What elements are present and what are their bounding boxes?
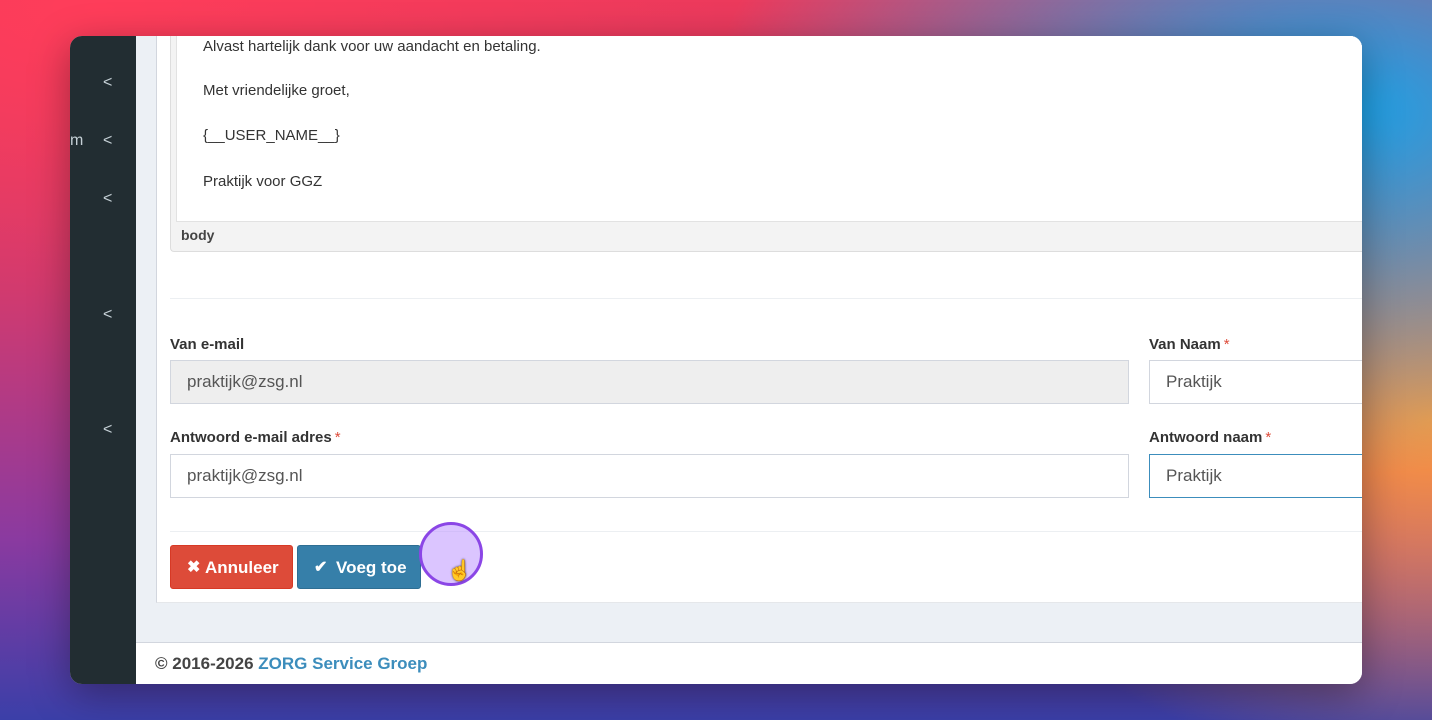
required-mark: *	[1265, 429, 1272, 446]
reply-email-label: Antwoord e-mail adres *	[170, 429, 341, 446]
sidebar-item-4[interactable]: <	[70, 301, 136, 331]
from-email-label: Van e-mail	[170, 336, 244, 353]
rich-text-editor: Alvast hartelijk dank voor uw aandacht e…	[170, 36, 1362, 252]
form-box: Alvast hartelijk dank voor uw aandacht e…	[156, 36, 1362, 603]
required-mark: *	[1223, 336, 1230, 353]
footer: © 2016-2026 ZORG Service Groep	[136, 642, 1362, 684]
sidebar-item-label-fragment: m	[70, 132, 84, 149]
main-content: Alvast hartelijk dank voor uw aandacht e…	[136, 36, 1362, 642]
from-email-label-text: Van e-mail	[170, 336, 245, 353]
reply-name-label-text: Antwoord naam	[1149, 429, 1263, 446]
from-name-label: Van Naam *	[1149, 336, 1230, 353]
editor-status-path[interactable]: body	[181, 227, 214, 243]
app-window: < m < < < < Alvast hartelijk dank voor u…	[70, 36, 1362, 684]
cancel-button-label: Annuleer	[205, 558, 279, 577]
sidebar-item-2[interactable]: m <	[70, 127, 136, 157]
reply-name-label: Antwoord naam *	[1149, 429, 1271, 446]
from-name-label-text: Van Naam	[1149, 336, 1221, 353]
add-button-label: Voeg toe	[336, 558, 407, 577]
footer-copyright: © 2016-2026 ZORG Service Groep	[155, 654, 427, 674]
editor-line: {__USER_NAME__}	[203, 127, 340, 144]
editor-line: Praktijk voor GGZ	[203, 173, 323, 190]
chevron-left-icon: <	[103, 306, 113, 323]
editor-line: Alvast hartelijk dank voor uw aandacht e…	[203, 38, 541, 55]
from-name-field[interactable]: Praktijk	[1149, 360, 1362, 404]
editor-line: Met vriendelijke groet,	[203, 82, 350, 99]
chevron-left-icon: <	[103, 190, 113, 207]
chevron-left-icon: <	[103, 74, 113, 91]
times-icon: ✖	[187, 559, 201, 576]
reply-email-label-text: Antwoord e-mail adres	[170, 429, 332, 446]
reply-email-field[interactable]: praktijk@zsg.nl	[170, 454, 1129, 498]
required-mark: *	[334, 429, 341, 446]
cancel-button[interactable]: ✖ Annuleer	[170, 545, 293, 589]
from-email-field[interactable]: praktijk@zsg.nl	[170, 360, 1129, 404]
copyright-text: © 2016-2026	[155, 654, 254, 673]
reply-name-field[interactable]: Praktijk	[1149, 454, 1362, 498]
company-link[interactable]: ZORG Service Groep	[258, 654, 427, 673]
sidebar-item-5[interactable]: <	[70, 416, 136, 446]
sidebar: < m < < < <	[70, 36, 136, 684]
editor-body[interactable]: Alvast hartelijk dank voor uw aandacht e…	[176, 36, 1362, 222]
check-icon: ✔	[314, 559, 328, 576]
sidebar-item-3[interactable]: <	[70, 185, 136, 215]
chevron-left-icon: <	[103, 132, 113, 149]
hand-pointer-icon: ☝	[447, 560, 472, 582]
divider	[170, 298, 1362, 299]
add-button[interactable]: ✔ Voeg toe	[297, 545, 421, 589]
sidebar-item-1[interactable]: <	[70, 69, 136, 99]
chevron-left-icon: <	[103, 421, 113, 438]
divider	[170, 531, 1362, 532]
